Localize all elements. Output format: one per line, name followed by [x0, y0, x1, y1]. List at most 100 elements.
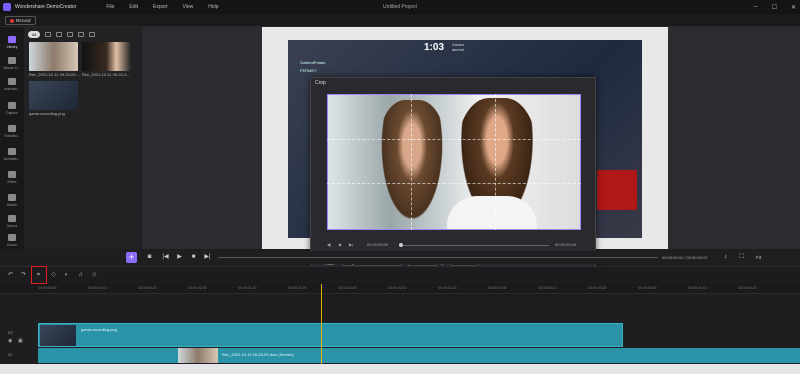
ruler-label: 00:00:02:00 — [338, 286, 357, 290]
menu-bar: File Edit Export View Help — [106, 4, 218, 10]
crop-scrubber[interactable] — [399, 245, 549, 246]
preview-scrubber[interactable] — [218, 257, 658, 258]
os-taskbar — [0, 364, 800, 374]
library-item-thumbnail[interactable] — [29, 81, 78, 110]
preview-controls: ◙ |◀ ▶ ■ ▶| 00:00:00:02 / 00:00:00:07 ♪ … — [142, 251, 800, 264]
mic-icon[interactable]: ♫ — [77, 272, 84, 279]
sidebar-item-label: Sound — [6, 223, 18, 228]
timeline-clip-image[interactable]: game-recording.png — [38, 323, 623, 347]
crop-time-current: 00:00:00:00 — [367, 242, 389, 247]
ruler-label: 00:00:04:00 — [638, 286, 657, 290]
annotation-icon — [8, 77, 16, 85]
cursor-icon — [8, 233, 16, 241]
add-to-timeline-button[interactable]: + — [126, 252, 137, 263]
menu-file[interactable]: File — [106, 4, 114, 10]
close-icon[interactable]: ✕ — [791, 4, 796, 11]
library-item-label: game-recording.png — [29, 111, 65, 116]
sidebar-item-library[interactable]: Library — [0, 31, 24, 53]
sidebar-item-cursor[interactable]: Cursor — [0, 229, 24, 251]
sidebar-item-effect[interactable]: Effect — [0, 166, 24, 188]
sidebar-item-label: Effect — [7, 179, 17, 184]
sidebar-item-label: Library — [6, 44, 18, 49]
skip-back-icon[interactable]: |◀ — [162, 254, 169, 261]
video-filter-icon[interactable] — [45, 31, 52, 37]
ruler-label: 00:00:02:20 — [438, 286, 457, 290]
fullscreen-icon[interactable]: ⛶ — [738, 254, 745, 261]
track-number: 02 — [8, 352, 13, 357]
clip-label: game-recording.png — [81, 327, 117, 332]
maximize-icon[interactable]: ☐ — [772, 4, 777, 11]
sidebar-item-mouse-effects[interactable]: Mouse E... — [0, 52, 24, 74]
app-name: Wondershare DemoCreator — [15, 4, 77, 10]
game-feed-line: SubbedPotato — [300, 60, 326, 65]
webcam-icon[interactable]: ☺ — [91, 272, 98, 279]
track-number: 03 — [8, 330, 13, 335]
app-logo-icon — [3, 3, 11, 11]
image-filter-icon[interactable] — [56, 31, 63, 37]
timeline-playhead[interactable] — [321, 284, 322, 374]
ruler-label: 00:00:01:10 — [238, 286, 257, 290]
crop-grid-horizontal — [327, 139, 581, 184]
play-icon[interactable]: ▶ — [339, 242, 342, 247]
lock-icon[interactable]: ▣ — [18, 338, 23, 344]
minimize-icon[interactable]: ─ — [753, 4, 757, 11]
left-sidebar: Library Mouse E... Annotati... Caption T… — [0, 27, 24, 249]
ruler-label: 00:00:01:00 — [188, 286, 207, 290]
menu-export[interactable]: Export — [153, 4, 167, 10]
sidebar-item-sticker[interactable]: Sticker — [0, 189, 24, 211]
timeline-ruler[interactable]: 00:00:00:00 00:00:00:10 00:00:00:20 00:0… — [0, 284, 800, 294]
sticker-icon — [8, 193, 16, 201]
step-back-icon[interactable]: ◀| — [327, 242, 331, 247]
sidebar-item-transition[interactable]: Transitio... — [0, 120, 24, 142]
marker-icon[interactable]: ◐ — [63, 272, 70, 279]
menu-help[interactable]: Help — [208, 4, 218, 10]
library-item-label: Rec_2021-10-11 09-20-09.... — [29, 72, 81, 77]
stop-icon[interactable]: ■ — [190, 254, 197, 261]
crop-scrubber-handle[interactable] — [399, 243, 403, 247]
sound-icon — [8, 214, 16, 222]
redo-icon[interactable]: ↷ — [20, 272, 27, 279]
more-filter-icon[interactable] — [89, 31, 96, 37]
ruler-label: 00:00:03:20 — [588, 286, 607, 290]
ruler-label: 00:00:04:10 — [688, 286, 707, 290]
volume-icon[interactable]: ♪ — [722, 254, 729, 261]
library-item-thumbnail[interactable] — [82, 42, 131, 71]
play-icon[interactable]: ▶ — [176, 254, 183, 261]
undo-icon[interactable]: ↶ — [7, 272, 14, 279]
ruler-label: 00:00:04:20 — [738, 286, 757, 290]
game-clock: 1:03 — [424, 42, 445, 53]
zoom-fit-select[interactable]: Fit — [756, 255, 761, 260]
library-item-thumbnail[interactable] — [29, 42, 78, 71]
eye-icon[interactable]: ◉ — [8, 338, 12, 344]
clip-thumbnail — [40, 325, 76, 346]
window-title: Untitled Project — [383, 4, 417, 10]
menu-edit[interactable]: Edit — [129, 4, 138, 10]
screenshot-icon[interactable]: ◙ — [146, 254, 153, 261]
skip-forward-icon[interactable]: ▶| — [204, 254, 211, 261]
animation-icon — [8, 147, 16, 155]
ruler-label: 00:00:02:10 — [388, 286, 407, 290]
folder-filter-icon[interactable] — [78, 31, 85, 37]
title-bar: Wondershare DemoCreator File Edit Export… — [0, 0, 800, 14]
step-forward-icon[interactable]: ▶| — [349, 242, 353, 247]
library-filter-tabs: All — [28, 30, 96, 38]
record-button[interactable]: Record — [5, 16, 36, 25]
sidebar-item-animation[interactable]: Animatio... — [0, 143, 24, 165]
sidebar-item-label: Mouse E... — [3, 65, 21, 70]
timeline-clip-screen[interactable]: Rec_2021-10-11 09-20-09.dcrc (Screen) — [38, 348, 800, 363]
library-icon — [8, 35, 16, 43]
split-icon[interactable]: ◇ — [50, 272, 57, 279]
sidebar-item-caption[interactable]: Caption — [0, 97, 24, 119]
timeline-toolbar: ↶ ↷ ⌗ ◇ ◐ ♫ ☺ — [0, 266, 800, 284]
preview-time: 00:00:00:02 / 00:00:00:07 — [662, 255, 708, 260]
sidebar-item-annotation[interactable]: Annotati... — [0, 73, 24, 95]
mouse-effects-icon — [8, 56, 16, 64]
game-object — [597, 170, 637, 210]
audio-filter-icon[interactable] — [67, 31, 74, 37]
ruler-label: 00:00:03:10 — [538, 286, 557, 290]
game-chat-line: alumni — [452, 47, 464, 52]
filter-all[interactable]: All — [28, 30, 41, 38]
ruler-label: 00:00:01:20 — [288, 286, 307, 290]
menu-view[interactable]: View — [182, 4, 193, 10]
record-bar: Record — [0, 14, 800, 27]
